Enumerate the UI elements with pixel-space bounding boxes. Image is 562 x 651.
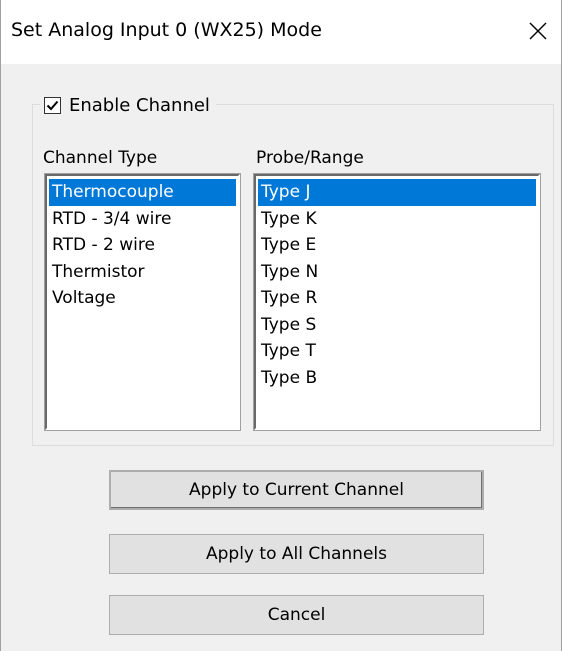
enable-channel-label: Enable Channel [69, 94, 210, 116]
list-item[interactable]: Thermocouple [49, 179, 236, 206]
close-icon [529, 22, 547, 40]
list-item[interactable]: Type E [258, 232, 536, 259]
list-item[interactable]: Type N [258, 259, 536, 286]
list-item[interactable]: RTD - 3/4 wire [49, 206, 236, 233]
list-item[interactable]: Voltage [49, 285, 236, 312]
close-button[interactable] [515, 8, 561, 54]
channel-type-listbox[interactable]: Thermocouple RTD - 3/4 wire RTD - 2 wire… [44, 173, 241, 431]
list-item[interactable]: Type B [258, 365, 536, 392]
probe-range-label: Probe/Range [256, 148, 364, 168]
probe-range-listbox[interactable]: Type J Type K Type E Type N Type R Type … [253, 173, 541, 431]
list-item[interactable]: Type T [258, 338, 536, 365]
list-item[interactable]: Type K [258, 206, 536, 233]
enable-channel-checkbox[interactable] [44, 96, 61, 114]
checkmark-icon [46, 100, 59, 110]
dialog-window: Set Analog Input 0 (WX25) Mode Enable Ch… [0, 0, 562, 651]
window-title: Set Analog Input 0 (WX25) Mode [11, 19, 322, 41]
enable-channel-toggle[interactable]: Enable Channel [40, 92, 216, 118]
apply-all-channels-button[interactable]: Apply to All Channels [109, 534, 484, 574]
channel-type-label: Channel Type [43, 148, 158, 168]
list-item[interactable]: Type J [258, 179, 536, 206]
list-item[interactable]: Type R [258, 285, 536, 312]
title-bar: Set Analog Input 0 (WX25) Mode [1, 0, 561, 64]
list-item[interactable]: Type S [258, 312, 536, 339]
list-item[interactable]: RTD - 2 wire [49, 232, 236, 259]
list-item[interactable]: Thermistor [49, 259, 236, 286]
cancel-button[interactable]: Cancel [109, 595, 484, 635]
apply-current-channel-button[interactable]: Apply to Current Channel [109, 470, 484, 510]
